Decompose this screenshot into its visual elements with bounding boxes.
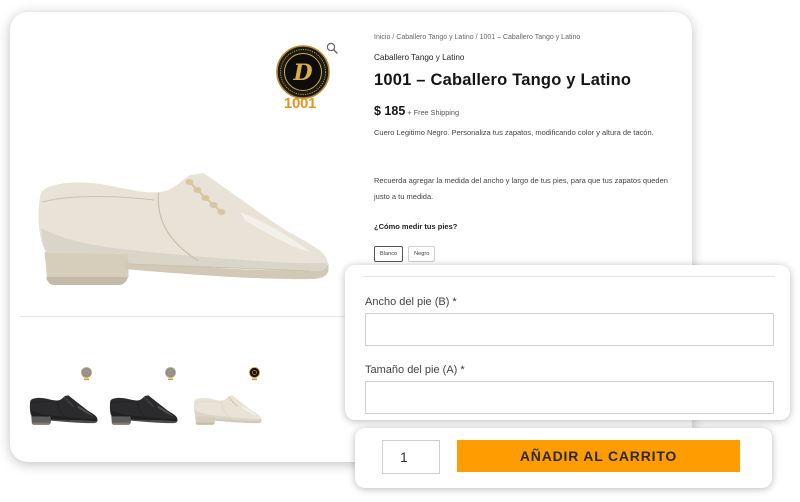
breadcrumb: Inicio / Caballero Tango y Latino/1001 – C… [374, 33, 580, 43]
breadcrumb-home-link[interactable]: Inicio [374, 34, 390, 41]
swatch-negro[interactable]: Negro [408, 246, 436, 262]
thumbnail-shoe-image [193, 395, 262, 425]
magnifier-icon[interactable] [326, 42, 338, 54]
thumbnail-2[interactable] [108, 367, 184, 431]
swatch-blanco[interactable]: Blanco [374, 246, 404, 262]
width-label-text: Ancho del pie (B) [365, 296, 450, 308]
quantity-input[interactable] [382, 440, 440, 474]
mini-logo-icon [81, 367, 92, 381]
breadcrumb-separator: / [392, 34, 395, 41]
logo-text: 1001 [283, 95, 317, 112]
length-label-text: Tamaño del pie (A) [365, 364, 458, 376]
mini-logo-icon [165, 367, 176, 381]
foot-width-input[interactable] [365, 313, 774, 346]
width-field-label: Ancho del pie (B) * [365, 295, 457, 309]
measurement-note: Recuerda agregar la medida del ancho y l… [374, 176, 668, 201]
product-price: $ 185 [374, 104, 406, 118]
thumbnail-shoe-image [109, 395, 178, 425]
mini-logo-icon [249, 367, 260, 381]
product-title: 1001 – Caballero Tango y Latino [374, 71, 632, 89]
logo-monogram: D [292, 60, 312, 86]
required-asterisk: * [460, 364, 465, 376]
measurement-form-card: Ancho del pie (B) * Tamaño del pie (A) * [345, 265, 790, 420]
form-divider [363, 276, 775, 277]
product-description: Cuero Legitimo Negro. Personaliza tus za… [374, 128, 654, 137]
shipping-note: + Free Shipping [407, 108, 460, 117]
thumbnail-1[interactable] [28, 367, 104, 431]
main-product-image[interactable] [28, 160, 333, 290]
price-row: $ 185 + Free Shipping [374, 104, 459, 120]
monogram-logo-icon: D [276, 45, 330, 99]
breadcrumb-separator: / [475, 34, 478, 41]
length-field-label: Tamaño del pie (A) * [365, 363, 465, 377]
thumbnail-shoe-image [29, 395, 98, 425]
foot-length-input[interactable] [365, 381, 774, 414]
add-to-cart-card: AÑADIR AL CARRITO [355, 428, 772, 488]
product-category-link[interactable]: Caballero Tango y Latino [374, 53, 464, 63]
gallery-divider [20, 316, 355, 317]
color-swatches: Blanco Negro [374, 246, 436, 262]
required-asterisk: * [452, 296, 457, 308]
measure-feet-link[interactable]: ¿Cómo medir tus pies? [374, 222, 457, 232]
thumbnail-3[interactable] [192, 367, 268, 431]
breadcrumb-category-link[interactable]: Caballero Tango y Latino [396, 34, 473, 41]
add-to-cart-button[interactable]: AÑADIR AL CARRITO [457, 440, 740, 472]
breadcrumb-current: 1001 – Caballero Tango y Latino [479, 34, 581, 41]
